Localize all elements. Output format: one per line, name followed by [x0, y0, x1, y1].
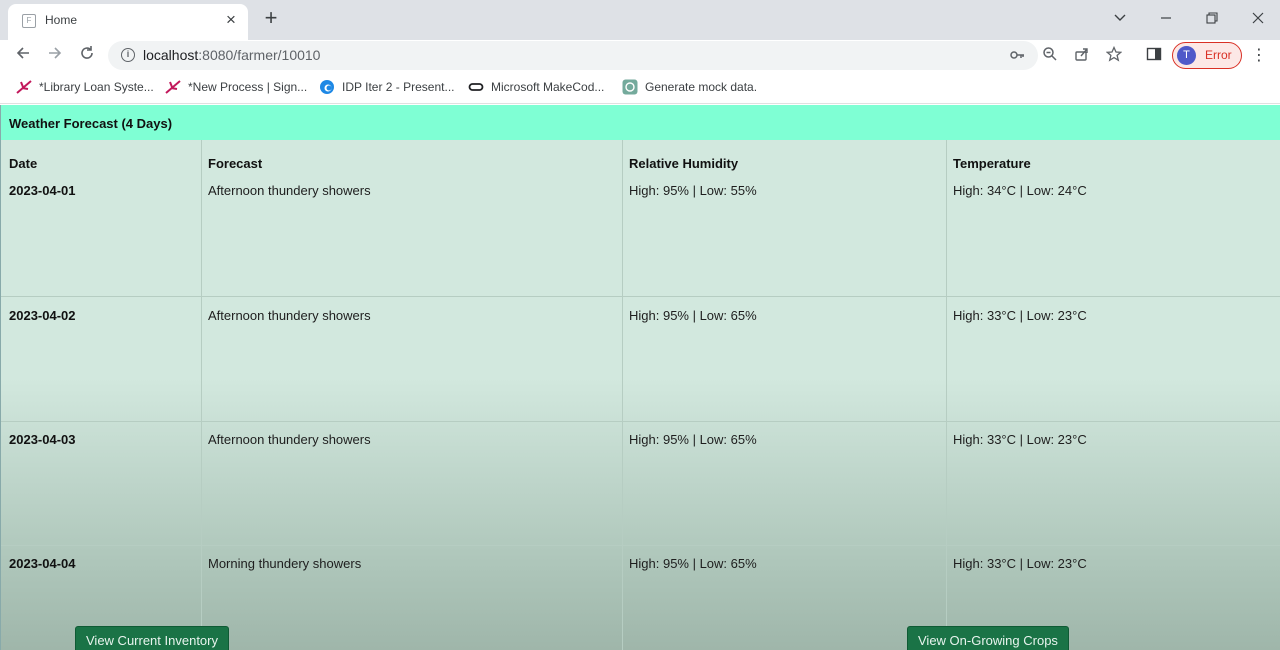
bookmark-label: IDP Iter 2 - Present...	[342, 80, 455, 94]
browser-tab-strip: F Home × +	[0, 0, 1280, 40]
row-divider	[1, 421, 1280, 422]
profile-button[interactable]: T Error	[1172, 42, 1242, 69]
row-divider	[1, 545, 1280, 546]
column-header-forecast: Forecast	[208, 156, 263, 171]
minimize-icon[interactable]	[1156, 9, 1176, 29]
back-icon[interactable]	[12, 45, 34, 67]
bookmark-item[interactable]: *New Process | Sign...	[165, 79, 307, 97]
close-window-icon[interactable]	[1248, 9, 1268, 29]
site-info-icon[interactable]: i	[121, 48, 135, 62]
key-icon[interactable]	[1008, 47, 1026, 65]
bookmark-item[interactable]: *Library Loan Syste...	[16, 79, 154, 97]
row-date: 2023-04-02	[9, 308, 76, 323]
row-forecast: Afternoon thundery showers	[208, 308, 371, 323]
bookmark-item[interactable]: Microsoft MakeCod...	[468, 79, 604, 97]
profile-status-label: Error	[1205, 48, 1232, 62]
address-bar[interactable]: i localhost:8080/farmer/10010	[108, 41, 1038, 70]
close-tab-icon[interactable]: ×	[222, 11, 240, 29]
column-header-date: Date	[9, 156, 38, 171]
row-divider	[1, 296, 1280, 297]
column-divider	[622, 140, 623, 650]
bookmarks-bar: *Library Loan Syste... *New Process | Si…	[0, 72, 1280, 104]
zoom-icon[interactable]	[1041, 46, 1059, 64]
bookmark-star-icon[interactable]	[1105, 45, 1123, 64]
row-humidity: High: 95% | Low: 65%	[629, 556, 757, 571]
column-divider	[946, 140, 947, 650]
row-forecast: Afternoon thundery showers	[208, 183, 371, 198]
browser-toolbar: i localhost:8080/farmer/10010 T Error ⋮	[0, 40, 1280, 72]
column-header-temperature: Temperature	[953, 156, 1031, 171]
bookmark-label: Generate mock data.	[645, 80, 758, 94]
page-favicon-icon: F	[22, 14, 36, 28]
row-humidity: High: 95% | Low: 65%	[629, 308, 757, 323]
avatar: T	[1177, 46, 1196, 65]
row-date: 2023-04-01	[9, 183, 76, 198]
row-humidity: High: 95% | Low: 55%	[629, 183, 757, 198]
column-header-humidity: Relative Humidity	[629, 156, 739, 171]
share-icon[interactable]	[1073, 46, 1091, 64]
bookmark-label: *New Process | Sign...	[188, 80, 308, 94]
bookmark-item[interactable]: IDP Iter 2 - Present...	[319, 79, 455, 97]
restore-icon[interactable]	[1202, 9, 1222, 29]
forward-icon[interactable]	[44, 45, 66, 67]
tab-search-chevron-icon[interactable]	[1110, 9, 1130, 29]
new-tab-icon[interactable]: +	[260, 7, 282, 30]
row-temperature: High: 33°C | Low: 23°C	[953, 432, 1087, 447]
row-temperature: High: 33°C | Low: 23°C	[953, 556, 1087, 571]
pen-icon	[16, 79, 32, 95]
pen-icon	[165, 79, 181, 95]
row-temperature: High: 34°C | Low: 24°C	[953, 183, 1087, 198]
row-forecast: Afternoon thundery showers	[208, 432, 371, 447]
forecast-header: Weather Forecast (4 Days)	[1, 105, 1280, 140]
edge-icon	[319, 79, 335, 95]
bookmark-label: *Library Loan Syste...	[39, 80, 154, 94]
page-content: Weather Forecast (4 Days) Date Forecast …	[0, 105, 1280, 650]
url-host: localhost	[143, 47, 199, 63]
tab-home[interactable]: F Home ×	[8, 4, 248, 40]
row-temperature: High: 33°C | Low: 23°C	[953, 308, 1087, 323]
row-humidity: High: 95% | Low: 65%	[629, 432, 757, 447]
link-icon	[468, 79, 484, 95]
url-text: localhost:8080/farmer/10010	[143, 47, 320, 63]
row-forecast: Morning thundery showers	[208, 556, 362, 571]
url-path: :8080/farmer/10010	[198, 47, 321, 63]
page-title: Weather Forecast (4 Days)	[9, 116, 173, 131]
bookmark-label: Microsoft MakeCod...	[491, 80, 605, 94]
view-crops-button[interactable]: View On-Growing Crops	[907, 626, 1069, 650]
row-date: 2023-04-03	[9, 432, 76, 447]
tab-title: Home	[45, 13, 78, 27]
side-panel-icon[interactable]	[1145, 46, 1163, 64]
bookmark-item[interactable]: Generate mock data.	[622, 79, 757, 97]
column-divider	[201, 140, 202, 650]
view-inventory-button[interactable]: View Current Inventory	[75, 626, 229, 650]
more-menu-icon[interactable]: ⋮	[1250, 45, 1268, 67]
row-date: 2023-04-04	[9, 556, 76, 571]
openai-icon	[622, 79, 638, 95]
reload-icon[interactable]	[76, 45, 98, 67]
